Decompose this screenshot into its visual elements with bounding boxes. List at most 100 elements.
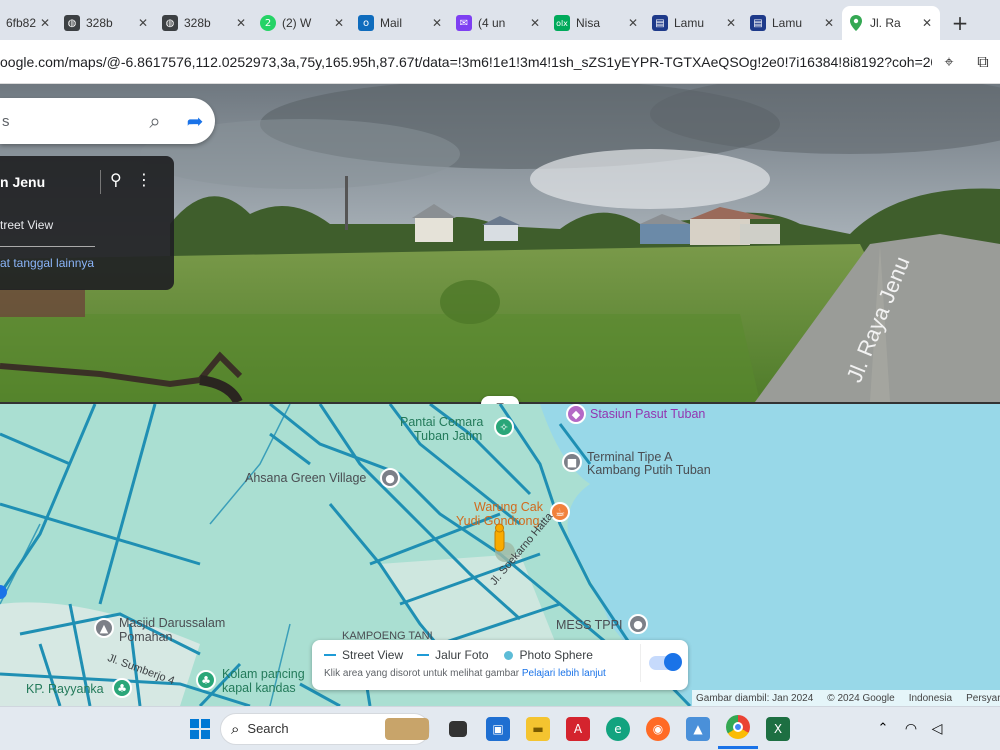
browser-tab[interactable]: ◍ 328b ✕ bbox=[156, 6, 254, 40]
map-label[interactable]: Tuban Jatim bbox=[414, 429, 482, 443]
map-label[interactable]: Pantai Cemara bbox=[400, 415, 483, 429]
globe-icon: ◍ bbox=[162, 15, 178, 31]
map-panel[interactable]: ◆ ✧ ■ ● ☕ ● ▲ ♣ ♣ Stasiun Pasut Tuban Pa… bbox=[0, 404, 1000, 706]
search-input[interactable]: s bbox=[0, 113, 135, 130]
close-icon[interactable]: ✕ bbox=[38, 16, 52, 30]
close-icon[interactable]: ✕ bbox=[234, 16, 248, 30]
tab-title: Mail bbox=[380, 16, 403, 30]
outlook-icon: o bbox=[358, 15, 374, 31]
close-icon[interactable]: ✕ bbox=[724, 16, 738, 30]
browser-tab[interactable]: ▤ Lamu ✕ bbox=[744, 6, 842, 40]
tab-title: Jl. Ra bbox=[870, 16, 901, 30]
tab-title: 6fb82 bbox=[6, 16, 37, 30]
close-icon[interactable]: ✕ bbox=[430, 16, 444, 30]
browser-tab-active[interactable]: Jl. Ra ✕ bbox=[842, 6, 940, 40]
map-label[interactable]: Kolam pancing bbox=[222, 667, 305, 681]
browser-tab[interactable]: o Mail ✕ bbox=[352, 6, 450, 40]
map-label[interactable]: Yudi Gondrong bbox=[456, 514, 539, 528]
map-label[interactable]: Pomahan bbox=[119, 630, 173, 644]
beach-poi-icon[interactable]: ✧ bbox=[494, 417, 514, 437]
extensions-icon[interactable]: ⧉ bbox=[966, 52, 1000, 72]
location-pin-icon[interactable]: ⌖ bbox=[932, 52, 966, 72]
tab-title: (4 un bbox=[478, 16, 506, 30]
screen: 6fb82 ✕ ◍ 328b ✕ ◍ 328b ✕ 2 (2) W ✕ o Ma… bbox=[0, 0, 1000, 750]
close-icon[interactable]: ✕ bbox=[332, 16, 346, 30]
station-poi-icon[interactable]: ◆ bbox=[566, 404, 586, 424]
address-bar: oogle.com/maps/@-6.8617576,112.0252973,3… bbox=[0, 40, 1000, 84]
learn-more-link[interactable]: Pelajari lebih lanjut bbox=[522, 668, 606, 679]
directions-icon[interactable]: ➦ bbox=[175, 109, 215, 133]
transit-poi-icon[interactable]: ■ bbox=[562, 452, 582, 472]
new-tab-button[interactable]: + bbox=[940, 6, 980, 40]
maps-search-box[interactable]: s ⌕ ➦ bbox=[0, 98, 215, 144]
excel-icon[interactable]: X bbox=[758, 709, 798, 749]
close-icon[interactable]: ✕ bbox=[626, 16, 640, 30]
edge-icon[interactable]: e bbox=[598, 709, 638, 749]
photos-icon[interactable]: ▲ bbox=[678, 709, 718, 749]
browser-tab-strip: 6fb82 ✕ ◍ 328b ✕ ◍ 328b ✕ 2 (2) W ✕ o Ma… bbox=[0, 0, 1000, 40]
legend-hint-row: Klik area yang disorot untuk melihat gam… bbox=[324, 668, 606, 679]
place-poi-icon[interactable]: ● bbox=[628, 614, 648, 634]
url-field[interactable]: oogle.com/maps/@-6.8617576,112.0252973,3… bbox=[0, 54, 932, 70]
task-view-icon[interactable] bbox=[438, 709, 478, 749]
map-label[interactable]: KP. Rayyanka bbox=[26, 682, 104, 696]
place-poi-icon[interactable]: ● bbox=[380, 468, 400, 488]
close-icon[interactable]: ✕ bbox=[528, 16, 542, 30]
firefox-icon[interactable]: ◉ bbox=[638, 709, 678, 749]
microsoft-store-icon[interactable]: ▣ bbox=[478, 709, 518, 749]
chrome-icon[interactable] bbox=[718, 709, 758, 749]
map-attribution: Gambar diambil: Jan 2024 © 2024 Google I… bbox=[692, 690, 1000, 706]
map-label[interactable]: kapal kandas bbox=[222, 681, 296, 695]
whatsapp-icon: 2 bbox=[260, 15, 276, 31]
location-pin-icon[interactable]: ⚲ bbox=[110, 170, 122, 189]
browser-tab[interactable]: ✉ (4 un ✕ bbox=[450, 6, 548, 40]
close-icon[interactable]: ✕ bbox=[822, 16, 836, 30]
wifi-icon[interactable]: ◠ bbox=[898, 709, 924, 749]
more-dates-link[interactable]: at tanggal lainnya bbox=[0, 256, 94, 270]
browser-tab[interactable]: ◍ 328b ✕ bbox=[58, 6, 156, 40]
maps-pin-icon bbox=[848, 15, 864, 31]
mosque-poi-icon[interactable]: ▲ bbox=[94, 618, 114, 638]
toggle-track[interactable] bbox=[648, 653, 682, 671]
volume-icon[interactable]: ◁ bbox=[924, 709, 950, 749]
map-label[interactable]: Kambang Putih Tuban bbox=[587, 463, 711, 477]
chevron-up-icon[interactable]: ⌃ bbox=[868, 709, 898, 749]
taskbar-search[interactable]: ⌕ Search bbox=[220, 712, 430, 745]
terms-link[interactable]: Persyara bbox=[966, 693, 1000, 704]
map-label[interactable]: MESS TPPI bbox=[556, 618, 622, 632]
street-view-coverage-toggle[interactable] bbox=[640, 644, 686, 682]
taskbar-search-label: Search bbox=[247, 721, 289, 736]
search-highlight-image-icon bbox=[385, 717, 429, 740]
more-options-icon[interactable]: ⋮ bbox=[136, 170, 152, 189]
close-icon[interactable]: ✕ bbox=[920, 16, 934, 30]
file-explorer-icon[interactable]: ▬ bbox=[518, 709, 558, 749]
map-label[interactable]: Warung Cak bbox=[474, 500, 543, 514]
park-poi-icon[interactable]: ♣ bbox=[112, 678, 132, 698]
park-poi-icon[interactable]: ♣ bbox=[196, 670, 216, 690]
map-label[interactable]: Stasiun Pasut Tuban bbox=[590, 407, 705, 421]
street-view-label: treet View bbox=[0, 218, 54, 232]
street-view-panorama[interactable]: Jl. Raya Jenu s ⌕ ➦ n Jenu ⚲ ⋮ treet Vie… bbox=[0, 84, 1000, 402]
map-label[interactable]: Masjid Darussalam bbox=[119, 616, 225, 630]
browser-tab[interactable]: ▤ Lamu ✕ bbox=[646, 6, 744, 40]
map-label[interactable]: Ahsana Green Village bbox=[245, 471, 366, 485]
windows-start-icon[interactable] bbox=[180, 709, 220, 749]
browser-tab[interactable]: olx Nisa ✕ bbox=[548, 6, 646, 40]
divider bbox=[100, 170, 101, 194]
tab-title: 328b bbox=[184, 16, 211, 30]
legend-street-view: Street View bbox=[342, 648, 404, 662]
image-date: Gambar diambil: Jan 2024 bbox=[696, 692, 814, 704]
search-icon[interactable]: ⌕ bbox=[135, 109, 175, 133]
windows-taskbar: ⌕ Search ▣ ▬ A e ◉ ▲ X ⌃ ◠ ◁ bbox=[0, 706, 1000, 750]
search-icon: ⌕ bbox=[231, 719, 240, 738]
map-label[interactable]: Terminal Tipe A bbox=[587, 450, 672, 464]
toggle-knob[interactable] bbox=[663, 653, 682, 671]
close-icon[interactable]: ✕ bbox=[136, 16, 150, 30]
country-link[interactable]: Indonesia bbox=[909, 693, 952, 704]
olx-icon: olx bbox=[554, 15, 570, 31]
acrobat-icon[interactable]: A bbox=[558, 709, 598, 749]
divider bbox=[0, 246, 95, 247]
browser-tab[interactable]: 2 (2) W ✕ bbox=[254, 6, 352, 40]
browser-tab[interactable]: 6fb82 ✕ bbox=[0, 6, 58, 40]
tab-title: Lamu bbox=[674, 16, 705, 30]
